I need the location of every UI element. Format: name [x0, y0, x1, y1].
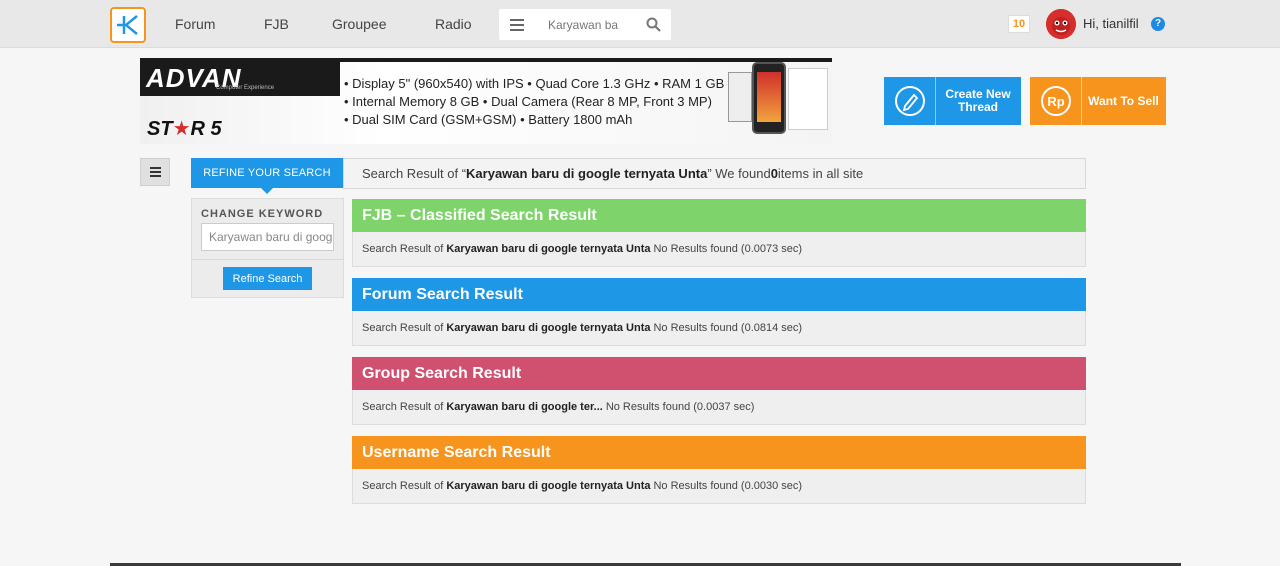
username-result-body: Search Result of Karyawan baru di google …	[352, 469, 1086, 504]
kaskus-k-icon	[117, 15, 138, 35]
want-to-sell-icon-wrap: Rp	[1030, 77, 1082, 125]
banner-model: ST★R 5	[147, 116, 222, 141]
svg-text:Rp: Rp	[1047, 94, 1064, 109]
refine-panel: CHANGE KEYWORD Refine Search	[191, 198, 344, 298]
banner-tablet-image	[728, 72, 752, 122]
summary-suffix: items in all site	[777, 166, 864, 181]
pencil-icon	[894, 86, 925, 116]
result-prefix: Search Result of	[362, 243, 444, 255]
result-status: No Results found (0.0073 sec)	[653, 243, 803, 255]
sidebar-toggle-button[interactable]	[140, 158, 170, 186]
nav-fjb[interactable]: FJB	[264, 16, 289, 32]
forum-result-title[interactable]: Forum Search Result	[352, 278, 1086, 311]
search-icon	[646, 17, 661, 32]
result-keyword: Karyawan baru di google ternyata Unta	[446, 480, 651, 492]
result-prefix: Search Result of	[362, 480, 444, 492]
search-button[interactable]	[637, 9, 669, 40]
banner-phone-image	[752, 62, 786, 134]
result-status: No Results found (0.0037 sec)	[605, 401, 755, 413]
banner-brand-sub: Computer Experience	[216, 85, 275, 91]
group-result-title[interactable]: Group Search Result	[352, 357, 1086, 390]
summary-middle: ” We found	[707, 166, 771, 181]
result-keyword: Karyawan baru di google ternyata Unta	[446, 322, 651, 334]
search-menu-button[interactable]	[499, 9, 535, 40]
panel-divider	[192, 259, 343, 260]
banner-spec-line: • Internal Memory 8 GB • Dual Camera (Re…	[344, 94, 712, 109]
fjb-result-section: FJB – Classified Search Result Search Re…	[352, 199, 1086, 267]
username-result-title[interactable]: Username Search Result	[352, 436, 1086, 469]
group-result-section: Group Search Result Search Result of Kary…	[352, 357, 1086, 425]
search-box	[499, 9, 671, 40]
banner-phone-menu-image	[788, 68, 828, 130]
user-avatar-icon	[1046, 9, 1076, 39]
create-thread-label: Create New Thread	[945, 87, 1011, 114]
nav-radio[interactable]: Radio	[435, 16, 472, 32]
kaskus-logo[interactable]	[110, 7, 146, 43]
forum-result-body: Search Result of Karyawan baru di google …	[352, 311, 1086, 346]
result-prefix: Search Result of	[362, 401, 444, 413]
banner-model-suffix: R 5	[190, 118, 222, 140]
banner-spec-line: • Dual SIM Card (GSM+GSM) • Battery 1800…	[344, 112, 633, 127]
top-navbar: Forum FJB Groupee Radio 10	[0, 0, 1280, 48]
summary-prefix: Search Result of “	[362, 166, 467, 181]
create-thread-icon-wrap	[884, 77, 936, 125]
result-prefix: Search Result of	[362, 322, 444, 334]
username-result-section: Username Search Result Search Result of K…	[352, 436, 1086, 504]
summary-keyword: Karyawan baru di google ternyata Unta	[466, 166, 708, 181]
group-result-body: Search Result of Karyawan baru di google …	[352, 390, 1086, 425]
notification-badge[interactable]: 10	[1008, 15, 1030, 33]
create-thread-button[interactable]: Create New Thread	[884, 77, 1021, 125]
hamburger-icon	[149, 167, 161, 177]
forum-result-section: Forum Search Result Search Result of Kary…	[352, 278, 1086, 346]
result-status: No Results found (0.0030 sec)	[653, 480, 803, 492]
result-status: No Results found (0.0814 sec)	[653, 322, 803, 334]
result-keyword: Karyawan baru di google ter...	[446, 401, 603, 413]
help-icon[interactable]: ?	[1151, 17, 1165, 31]
banner-model-prefix: ST	[147, 118, 173, 140]
nav-groupee[interactable]: Groupee	[332, 16, 386, 32]
search-input[interactable]	[535, 10, 637, 39]
hamburger-icon	[510, 18, 524, 31]
keyword-input[interactable]	[201, 223, 334, 251]
result-keyword: Karyawan baru di google ternyata Unta	[446, 243, 651, 255]
search-summary: Search Result of “Karyawan baru di googl…	[343, 158, 1086, 189]
fjb-result-body: Search Result of Karyawan baru di google …	[352, 232, 1086, 267]
star-icon: ★	[172, 118, 191, 140]
summary-count: 0	[770, 166, 778, 181]
fjb-result-title[interactable]: FJB – Classified Search Result	[352, 199, 1086, 232]
banner-phone-screen	[757, 72, 781, 122]
change-keyword-label: CHANGE KEYWORD	[201, 208, 324, 220]
user-greeting[interactable]: Hi, tianilfil	[1083, 16, 1139, 31]
advertisement-banner[interactable]: ADVAN Computer Experience ST★R 5 • Displ…	[140, 58, 832, 144]
want-to-sell-label: Want To Sell	[1088, 93, 1159, 108]
avatar[interactable]	[1046, 9, 1076, 39]
refine-search-tab[interactable]: REFINE YOUR SEARCH	[191, 158, 343, 194]
want-to-sell-button[interactable]: Rp Want To Sell	[1030, 77, 1166, 125]
rupiah-icon: Rp	[1040, 86, 1071, 116]
refine-search-button[interactable]: Refine Search	[223, 267, 312, 290]
banner-spec-line: • Display 5" (960x540) with IPS • Quad C…	[344, 76, 725, 91]
nav-forum[interactable]: Forum	[175, 16, 215, 32]
